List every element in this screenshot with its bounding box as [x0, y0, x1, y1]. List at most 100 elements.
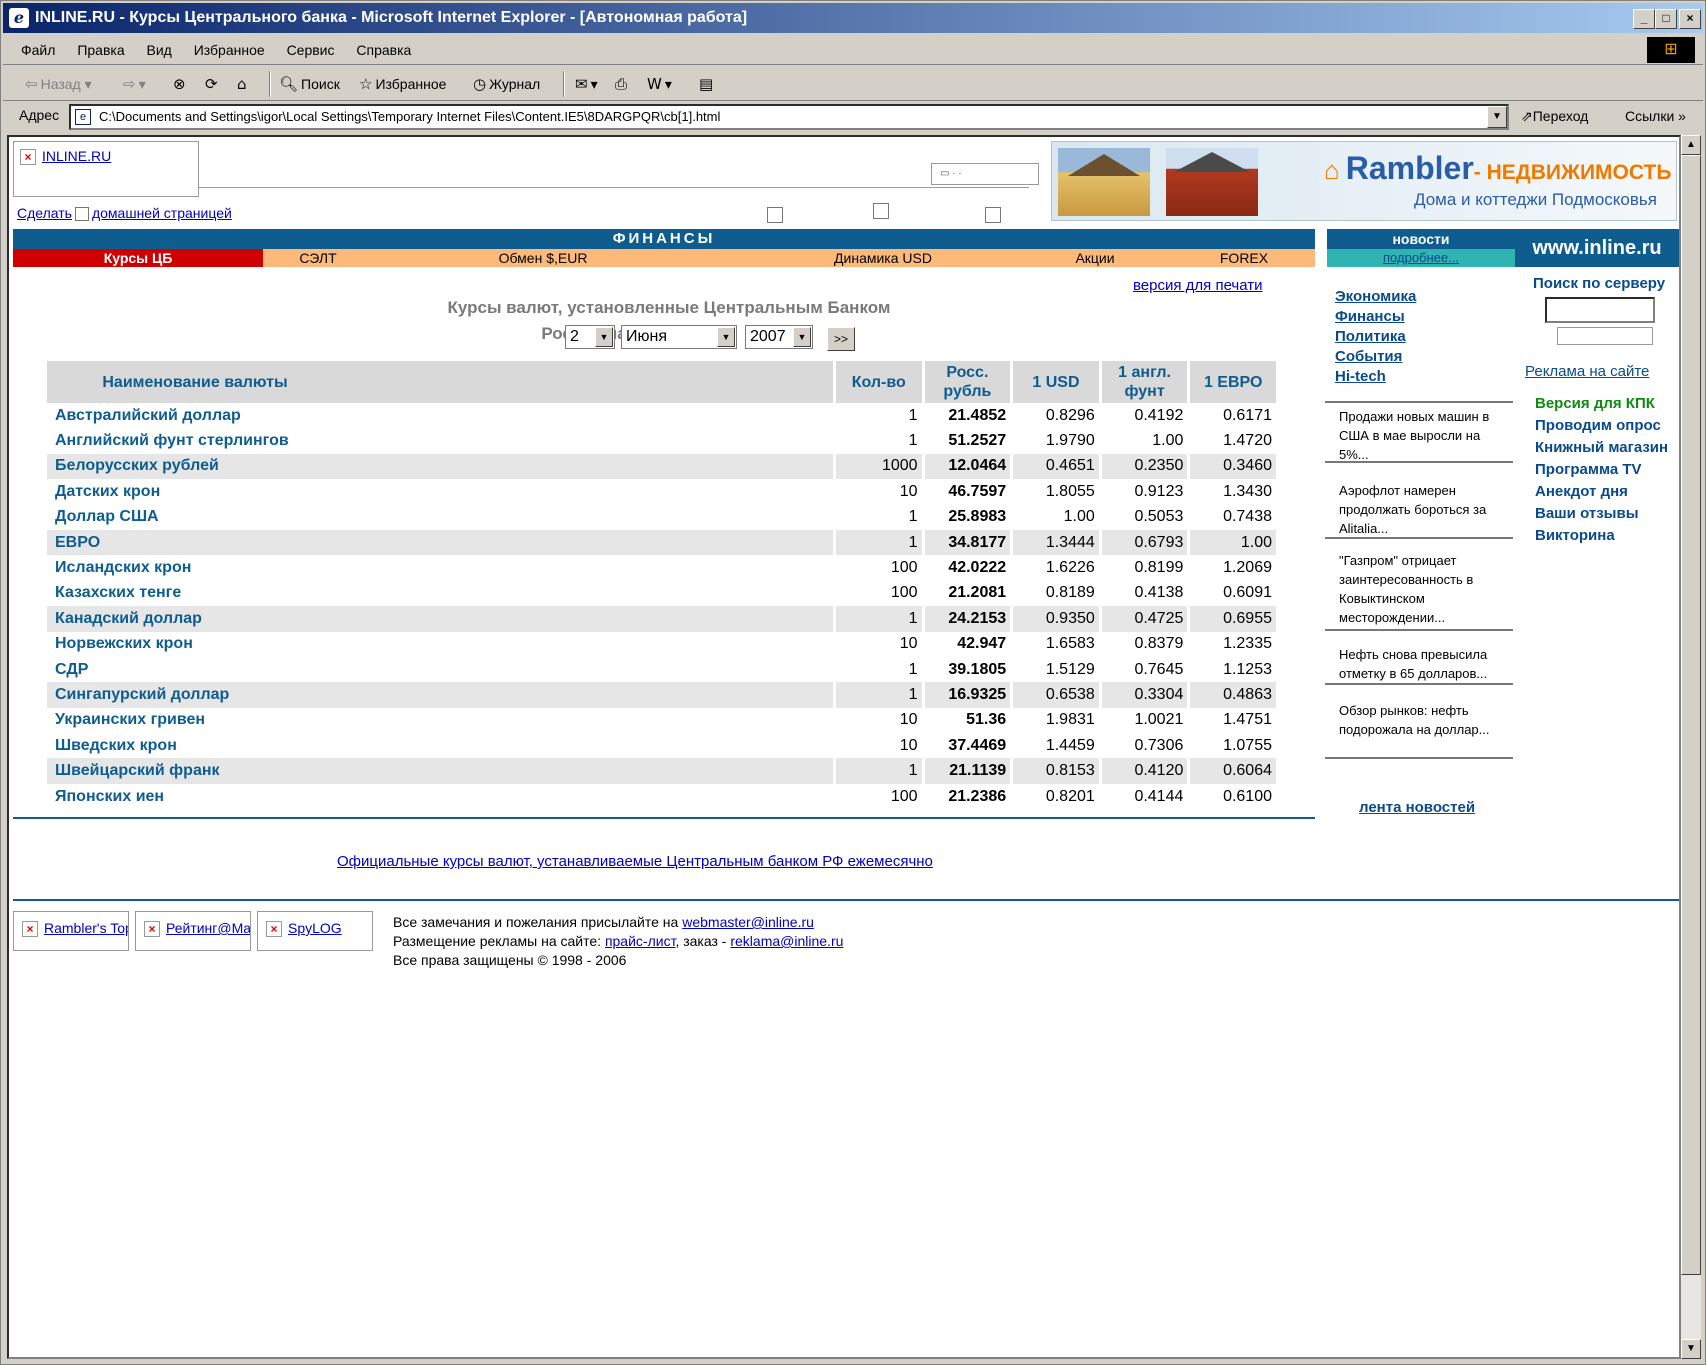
news-cat-finance[interactable]: Финансы: [1335, 307, 1525, 327]
currency-name-cell[interactable]: Норвежских крон: [47, 631, 836, 657]
table-row: Датских крон 10 46.7597 1.8055 0.9123 1.3430: [47, 479, 1279, 505]
print-version-link[interactable]: версия для печати: [1133, 277, 1263, 294]
news-item[interactable]: Аэрофлот намерен продолжать бороться за …: [1325, 477, 1513, 539]
rub-cell: 16.9325: [923, 682, 1014, 708]
news-cat-politics[interactable]: Политика: [1335, 327, 1525, 347]
currency-name-cell[interactable]: Японских иен: [47, 783, 836, 810]
currency-name-cell[interactable]: Шведских крон: [47, 733, 836, 759]
rates-body: Австралийский доллар 1 21.4852 0.8296 0.4192…: [47, 403, 1279, 810]
links-button[interactable]: Ссылки »: [1625, 108, 1686, 124]
menu-help[interactable]: Справка: [356, 35, 411, 65]
currency-name-cell[interactable]: Исландских крон: [47, 555, 836, 581]
broken-image-icon: ×: [144, 921, 160, 938]
reklama-email-link[interactable]: reklama@inline.ru: [730, 933, 843, 949]
monthly-rates-link[interactable]: Официальные курсы валют, устанавливаемые…: [337, 853, 933, 870]
service-quiz[interactable]: Викторина: [1535, 525, 1679, 547]
refresh-icon: ⟳: [205, 75, 218, 93]
currency-name-cell[interactable]: Украинских гривен: [47, 707, 836, 734]
currency-name-cell[interactable]: Казахских тенге: [47, 580, 836, 607]
currency-name-cell[interactable]: Сингапурский доллар: [47, 682, 836, 708]
stop-button[interactable]: ⊗: [173, 73, 189, 95]
advertising-link[interactable]: Реклама на сайте: [1525, 363, 1649, 380]
tab-cb-rates[interactable]: Курсы ЦБ: [13, 249, 263, 267]
news-more-link[interactable]: подробнее...: [1383, 250, 1459, 265]
date-go-button[interactable]: >>: [827, 327, 855, 351]
currency-name-cell[interactable]: Канадский доллар: [47, 606, 836, 632]
house-icon: ⌂: [1324, 155, 1340, 185]
news-feed-link[interactable]: лента новостей: [1359, 799, 1475, 816]
currency-name-cell[interactable]: Швейцарский франк: [47, 758, 836, 784]
mail-button[interactable]: ✉ ▾: [575, 73, 598, 95]
site-search-submit[interactable]: [1557, 327, 1653, 345]
service-feedback[interactable]: Ваши отзывы: [1535, 503, 1679, 525]
service-poll[interactable]: Проводим опрос: [1535, 415, 1679, 437]
make-homepage-link[interactable]: Сделать домашней страницей: [17, 205, 232, 222]
discuss-button[interactable]: ▤: [699, 73, 716, 95]
address-dropdown-button[interactable]: ▼: [1487, 106, 1507, 128]
close-button[interactable]: ×: [1679, 9, 1701, 29]
header-small-input[interactable]: ▭ · ·: [931, 163, 1039, 185]
currency-name-cell[interactable]: Белорусских рублей: [47, 453, 836, 480]
day-select[interactable]: 2 ▼: [565, 325, 615, 349]
news-item[interactable]: Обзор рынков: нефть подорожала на доллар…: [1325, 697, 1513, 759]
news-cat-events[interactable]: События: [1335, 347, 1525, 367]
refresh-button[interactable]: ⟳: [205, 73, 221, 95]
menu-tools[interactable]: Сервис: [287, 35, 335, 65]
menu-view[interactable]: Вид: [147, 35, 172, 65]
site-search-input[interactable]: [1545, 297, 1655, 323]
tab-selt[interactable]: СЭЛТ: [263, 249, 373, 267]
currency-name-cell[interactable]: Австралийский доллар: [47, 403, 836, 429]
tab-usd-dynamics[interactable]: Динамика USD: [793, 249, 973, 267]
search-button[interactable]: 🔍︎ Поиск: [279, 73, 340, 95]
service-bookstore[interactable]: Книжный магазин: [1535, 437, 1679, 459]
edit-button[interactable]: W ▾: [647, 73, 672, 95]
maximize-button[interactable]: □: [1655, 9, 1677, 29]
go-button[interactable]: ⇗Переход: [1521, 108, 1588, 125]
rambler-banner[interactable]: ⌂ Rambler- НЕДВИЖИМОСТЬ Дома и коттеджи П…: [1051, 141, 1677, 221]
counter-spylog[interactable]: × SpyLOG: [257, 911, 373, 951]
currency-name-cell[interactable]: Английский фунт стерлингов: [47, 428, 836, 454]
news-item[interactable]: Нефть снова превысила отметку в 65 долла…: [1325, 641, 1513, 685]
address-label: Адрес: [19, 107, 60, 123]
menu-edit[interactable]: Правка: [77, 35, 124, 65]
news-item[interactable]: "Газпром" отрицает заинтересованность в …: [1325, 547, 1513, 631]
minimize-button[interactable]: _: [1633, 9, 1655, 29]
news-cat-hitech[interactable]: Hi-tech: [1335, 367, 1525, 387]
month-select[interactable]: Июня ▼: [621, 325, 737, 349]
menu-file[interactable]: Файл: [21, 35, 55, 65]
tab-exchange[interactable]: Обмен $,EUR: [453, 249, 633, 267]
vertical-scrollbar[interactable]: ▲ ▼: [1681, 135, 1701, 1359]
usd-cell: 0.9350: [1011, 606, 1102, 632]
year-select[interactable]: 2007 ▼: [745, 325, 813, 349]
news-item[interactable]: Продажи новых машин в США в мае выросли …: [1325, 401, 1513, 463]
scroll-down-arrow-icon[interactable]: ▼: [1681, 1339, 1701, 1359]
menu-favorites[interactable]: Избранное: [194, 35, 265, 65]
print-button[interactable]: ⎙: [615, 73, 630, 95]
tab-stocks[interactable]: Акции: [1055, 249, 1135, 267]
counter-rambler[interactable]: ×Rambler's Top100: [13, 911, 129, 951]
currency-name-cell[interactable]: СДР: [47, 656, 836, 683]
scrollbar-thumb[interactable]: [1681, 155, 1701, 1275]
favorites-button[interactable]: ☆ Избранное: [359, 73, 446, 95]
logo-placeholder[interactable]: × INLINE.RU: [13, 141, 199, 197]
service-pda-version[interactable]: Версия для КПК: [1535, 393, 1679, 415]
history-button[interactable]: ◷ Журнал: [473, 73, 540, 95]
address-input[interactable]: e C:\Documents and Settings\igor\Local S…: [69, 104, 1509, 130]
home-button[interactable]: ⌂: [237, 73, 250, 95]
service-tv-program[interactable]: Программа TV: [1535, 459, 1679, 481]
currency-name-cell[interactable]: Доллар США: [47, 504, 836, 530]
back-button[interactable]: ⇦ Назад ▾: [25, 73, 92, 95]
price-list-link[interactable]: прайс-лист: [605, 933, 676, 949]
service-joke[interactable]: Анекдот дня: [1535, 481, 1679, 503]
usd-cell: 1.9790: [1011, 428, 1102, 454]
footer-text: Все замечания и пожелания присылайте на …: [393, 913, 843, 970]
currency-name-cell[interactable]: ЕВРО: [47, 529, 836, 556]
scroll-up-arrow-icon[interactable]: ▲: [1681, 135, 1701, 155]
forward-button[interactable]: ⇨ ▾: [123, 73, 146, 95]
currency-name-cell[interactable]: Датских крон: [47, 479, 836, 505]
tab-forex[interactable]: FOREX: [1199, 249, 1289, 267]
site-url[interactable]: www.inline.ru: [1515, 229, 1679, 267]
news-cat-economy[interactable]: Экономика: [1335, 287, 1525, 307]
counter-mail[interactable]: ×Рейтинг@Mail.ru: [135, 911, 251, 951]
webmaster-email-link[interactable]: webmaster@inline.ru: [682, 914, 814, 930]
